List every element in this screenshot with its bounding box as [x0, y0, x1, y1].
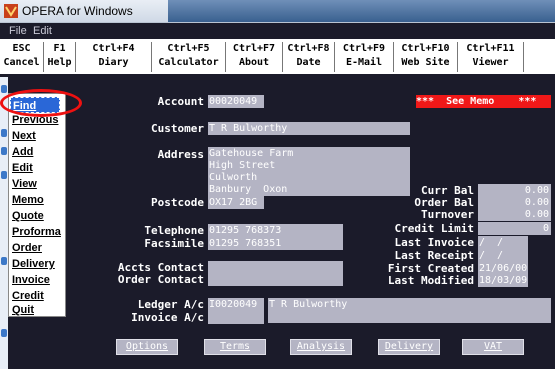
- menu-item-proforma[interactable]: Proforma: [12, 224, 66, 240]
- menu-item-quit[interactable]: Quit: [12, 302, 66, 318]
- invoice-ac-label: Invoice A/c: [131, 311, 204, 324]
- menu-item-quote[interactable]: Quote: [12, 208, 66, 224]
- fkey-label: Web Site: [401, 57, 450, 68]
- credit-limit-field[interactable]: 0: [478, 222, 551, 235]
- action-menu: Find Previous Next Add Edit View Memo Qu…: [8, 93, 66, 317]
- see-memo-flag: *** See Memo ***: [416, 95, 551, 108]
- fkey-key: F1: [53, 43, 66, 54]
- menu-edit[interactable]: Edit: [33, 25, 52, 37]
- window-title: OPERA for Windows: [22, 4, 133, 18]
- fkey-label: Viewer: [472, 57, 509, 68]
- invoice-ac-field[interactable]: [208, 311, 264, 324]
- menu-bar: File Edit: [0, 23, 555, 39]
- last-invoice-label: Last Invoice: [394, 236, 474, 249]
- highlight-ring: [0, 89, 82, 117]
- fkey-label: Help: [47, 57, 72, 68]
- desktop-icon: [1, 257, 7, 265]
- turnover-label: Turnover: [421, 208, 474, 221]
- menu-item-view[interactable]: View: [12, 176, 66, 192]
- ledger-ac-field[interactable]: I0020049: [208, 298, 264, 311]
- fkey-ctrl-f5-calculator[interactable]: Ctrl+F5 Calculator: [152, 42, 226, 72]
- fkey-ctrl-f10-website[interactable]: Ctrl+F10 Web Site: [394, 42, 458, 72]
- desktop-icon: [1, 171, 7, 179]
- fkey-key: Ctrl+F4: [92, 43, 135, 54]
- terms-button[interactable]: Terms: [204, 339, 266, 355]
- fkey-ctrl-f7-about[interactable]: Ctrl+F7 About: [226, 42, 283, 72]
- order-contact-field[interactable]: [208, 273, 343, 286]
- fkey-label: About: [238, 57, 270, 68]
- ledger-ac-label: Ledger A/c: [137, 298, 204, 311]
- fkey-ctrl-f4-diary[interactable]: Ctrl+F4 Diary: [76, 42, 152, 72]
- menu-item-add[interactable]: Add: [12, 144, 66, 160]
- telephone-label: Telephone: [144, 224, 204, 237]
- customer-field[interactable]: T R Bulworthy: [208, 122, 410, 135]
- account-label: Account: [157, 95, 204, 108]
- turnover-field: 0.00: [478, 208, 551, 221]
- menu-item-edit[interactable]: Edit: [12, 160, 66, 176]
- delivery-button[interactable]: Delivery: [378, 339, 440, 355]
- fkey-key: Ctrl+F5: [167, 43, 210, 54]
- address-label: Address: [157, 148, 204, 161]
- fkey-label: Diary: [98, 57, 129, 68]
- fkey-key: Ctrl+F10: [401, 43, 450, 54]
- title-bar: OPERA for Windows: [0, 0, 555, 23]
- fkey-label: Date: [296, 57, 321, 68]
- fkey-key: Ctrl+F7: [232, 43, 276, 54]
- vat-button[interactable]: VAT: [462, 339, 524, 355]
- last-invoice-field: / /: [478, 236, 528, 249]
- telephone-field[interactable]: 01295 768373: [208, 224, 343, 237]
- fkey-esc-cancel[interactable]: ESC Cancel: [0, 42, 44, 72]
- last-receipt-field: / /: [478, 249, 528, 262]
- function-key-toolbar: ESC Cancel F1 Help Ctrl+F4 Diary Ctrl+F5 Cal…: [0, 40, 555, 77]
- fkey-f1-help[interactable]: F1 Help: [44, 42, 76, 72]
- menu-item-invoice[interactable]: Invoice: [12, 272, 66, 288]
- options-button[interactable]: Options: [116, 339, 178, 355]
- last-modified-label: Last Modified: [387, 274, 474, 287]
- last-receipt-label: Last Receipt: [394, 249, 474, 262]
- menu-item-next[interactable]: Next: [12, 128, 66, 144]
- customer-label: Customer: [151, 122, 204, 135]
- fkey-ctrl-f11-viewer[interactable]: Ctrl+F11 Viewer: [458, 42, 524, 72]
- fkey-ctrl-f8-date[interactable]: Ctrl+F8 Date: [283, 42, 335, 72]
- facsimile-field[interactable]: 01295 768351: [208, 237, 343, 250]
- fkey-key: ESC: [12, 43, 31, 54]
- order-contact-label: Order Contact: [117, 273, 204, 286]
- menu-item-order[interactable]: Order: [12, 240, 66, 256]
- facsimile-label: Facsimile: [144, 237, 204, 250]
- postcode-label: Postcode: [151, 196, 204, 209]
- menu-file[interactable]: File: [9, 25, 27, 37]
- desktop-icon: [1, 329, 7, 337]
- account-field[interactable]: 00020049: [208, 95, 264, 108]
- fkey-key: Ctrl+F8: [287, 43, 330, 54]
- fkey-label: Cancel: [3, 57, 40, 68]
- desktop-icon: [1, 129, 7, 137]
- opera-app-icon: [4, 4, 18, 18]
- fkey-key: Ctrl+F9: [342, 43, 386, 54]
- analysis-button[interactable]: Analysis: [290, 339, 352, 355]
- menu-item-delivery[interactable]: Delivery: [12, 256, 66, 272]
- desktop-icon: [1, 85, 7, 93]
- title-bar-fill: [168, 0, 555, 22]
- fkey-label: E-Mail: [345, 57, 383, 68]
- credit-limit-label: Credit Limit: [394, 222, 474, 235]
- fkey-key: Ctrl+F11: [466, 43, 515, 54]
- fkey-label: Calculator: [158, 57, 219, 68]
- postcode-field[interactable]: OX17 2BG: [208, 196, 264, 209]
- last-modified-field: 18/03/09: [478, 274, 528, 287]
- ledger-name-field: T R Bulworthy: [268, 298, 551, 323]
- menu-item-memo[interactable]: Memo: [12, 192, 66, 208]
- desktop-icon: [1, 147, 7, 155]
- fkey-ctrl-f9-email[interactable]: Ctrl+F9 E-Mail: [335, 42, 394, 72]
- desktop-edge: [0, 77, 8, 369]
